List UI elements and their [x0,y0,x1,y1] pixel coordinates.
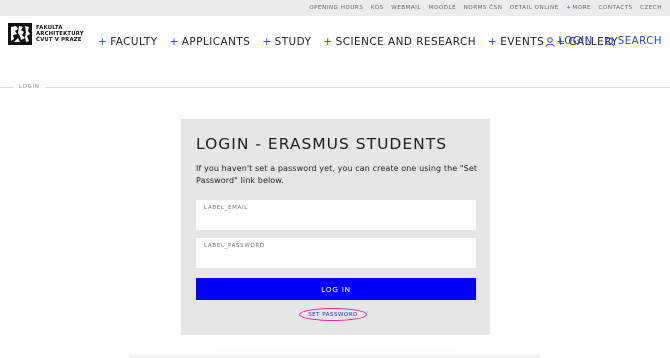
plus-icon: + [566,5,572,11]
main-header [0,16,670,84]
user-icon [545,36,555,47]
topbar-link-czech[interactable]: CZECH [640,5,662,11]
topbar-link-detail-online[interactable]: DETAIL ONLINE [510,5,559,11]
breadcrumb-current: LOGIN [14,82,45,93]
user-actions: LOGIN SEARCH [533,36,662,47]
footer-shadow [130,350,540,358]
log-in-button[interactable]: LOG IN [196,278,476,300]
topbar-link-contacts[interactable]: CONTACTS [599,5,633,11]
plus-icon: + [169,36,179,48]
password-input[interactable] [204,250,468,264]
password-field-label: LABEL_PASSWORD [204,243,265,249]
plus-icon: + [98,36,108,48]
topbar-link-moodle[interactable]: MOODLE [429,5,457,11]
nav-item-label: SCIENCE AND RESEARCH [335,36,477,48]
plus-icon: + [262,36,272,48]
search-label: SEARCH [617,36,662,47]
faculty-logo[interactable]: FAKULTA ARCHITEKTURY ČVUT V PRAZE [8,23,84,45]
nav-item-faculty[interactable]: + FACULTY [98,36,158,48]
search-icon [605,36,615,47]
logo-emblem-icon [8,23,32,45]
plus-icon: + [488,36,498,48]
topbar-link-norms[interactable]: NORMS ČSN [464,5,503,11]
topbar-link-opening-hours[interactable]: OPENING HOURS [309,5,363,11]
breadcrumb: LOGIN [0,82,670,94]
topbar-link-kos[interactable]: KOS [371,5,384,11]
topbar-link-webmail[interactable]: WEBMAIL [391,5,421,11]
search-link[interactable]: SEARCH [605,36,662,47]
nav-item-study[interactable]: + STUDY [262,36,311,48]
email-field-label: LABEL_EMAIL [204,205,248,211]
nav-item-science-research[interactable]: + SCIENCE AND RESEARCH [323,36,476,48]
top-utility-bar: OPENING HOURS KOS WEBMAIL MOODLE NORMS Č… [0,0,670,16]
login-link[interactable]: LOGIN [545,36,592,47]
set-password-label: SET PASSWORD [308,311,358,318]
topbar-link-more[interactable]: +MORE [566,5,591,11]
email-field[interactable]: LABEL_EMAIL [196,200,476,230]
login-card: LOGIN - ERASMUS STUDENTS If you haven't … [181,119,490,335]
login-instructions: If you haven't set a password yet, you c… [196,164,478,186]
nav-item-label: FACULTY [110,36,158,48]
set-password-link[interactable]: SET PASSWORD [299,308,367,321]
logo-line-3: ČVUT V PRAZE [36,37,82,43]
password-field[interactable]: LABEL_PASSWORD [196,238,476,268]
login-label: LOGIN [558,36,593,47]
email-input[interactable] [204,212,468,226]
nav-item-label: APPLICANTS [181,36,251,48]
page-title: LOGIN - ERASMUS STUDENTS [196,135,448,153]
breadcrumb-divider [0,87,670,88]
nav-item-label: STUDY [274,36,312,48]
logo-wordmark: FAKULTA ARCHITEKTURY ČVUT V PRAZE [36,25,84,43]
nav-item-applicants[interactable]: + APPLICANTS [170,36,251,48]
plus-icon: + [323,36,333,48]
topbar-more-label: MORE [572,5,592,11]
